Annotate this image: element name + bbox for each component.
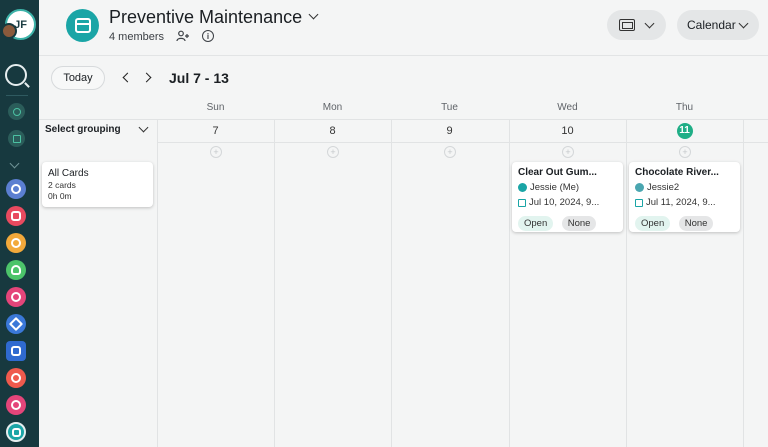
column-divider [391,120,392,447]
add-card-icon[interactable]: + [327,146,339,158]
lightbulb-icon[interactable] [6,260,26,280]
avatar-badge [1,23,17,39]
date-range-label: Jul 7 - 13 [169,70,229,86]
task-card[interactable]: Clear Out Gum... Jessie (Me) Jul 10, 202… [512,162,623,232]
search-icon[interactable] [5,64,27,86]
task-title: Clear Out Gum... [518,167,597,178]
header: Preventive Maintenance 4 members i Calen… [39,0,768,56]
view-select-label: Calendar [687,18,736,32]
settings-icon[interactable] [6,395,26,415]
add-member-icon[interactable] [176,30,190,42]
task-date: Jul 11, 2024, 9... [646,197,716,208]
next-week-icon[interactable] [141,72,152,83]
check-circle-icon[interactable] [8,103,25,120]
task-card[interactable]: Chocolate River... Jessie2 Jul 11, 2024,… [629,162,740,232]
calendar-icon [66,9,99,42]
document-icon[interactable] [6,341,26,361]
group-time: 0h 0m [48,191,72,201]
row-divider [157,142,768,143]
assignee-avatar [635,183,644,192]
priority-badge[interactable]: None [678,216,714,231]
chevron-down-icon [738,18,749,29]
add-card-icon[interactable]: + [210,146,222,158]
column-divider [509,120,510,447]
status-badge[interactable]: Open [518,216,554,231]
layout-icon [619,19,635,31]
select-grouping-label[interactable]: Select grouping [45,124,121,135]
day-number: 9 [446,125,453,137]
page-title[interactable]: Preventive Maintenance [109,7,302,28]
info-icon[interactable]: i [202,30,214,42]
view-select-button[interactable]: Calendar [677,10,759,40]
add-card-icon[interactable]: + [444,146,456,158]
gear-icon[interactable] [6,287,26,307]
today-marker: 11 [676,123,693,139]
column-divider [157,120,158,447]
chevron-down-icon[interactable] [9,158,20,169]
calendar-grid: Select grouping Sun Mon Tue Wed Thu 7 8 … [39,96,768,447]
group-card[interactable]: All Cards 2 cards 0h 0m [42,162,153,207]
day-number: 10 [561,125,574,137]
sidebar-divider [6,95,28,96]
today-button[interactable]: Today [51,66,105,90]
status-badge[interactable]: Open [635,216,671,231]
previous-week-icon[interactable] [122,72,133,83]
calendar-icon [635,198,643,207]
column-divider [626,120,627,447]
calendar-icon[interactable] [6,422,26,442]
layout-toggle-button[interactable] [607,10,666,40]
grid-icon[interactable] [8,130,25,147]
day-number: 8 [329,125,336,137]
list-icon[interactable] [6,206,26,226]
day-name: Wed [557,102,578,113]
people-icon[interactable] [6,368,26,388]
add-card-icon[interactable]: + [562,146,574,158]
paw-icon[interactable] [6,233,26,253]
members-count[interactable]: 4 members [109,31,164,43]
day-name: Sun [206,102,225,113]
row-divider [39,119,157,120]
column-divider [743,120,744,447]
chevron-down-icon[interactable] [138,122,149,133]
task-assignee: Jessie2 [647,182,680,193]
assignee-avatar [518,183,527,192]
priority-badge[interactable]: None [561,216,597,231]
day-number: 7 [212,125,219,137]
arrows-icon[interactable] [6,314,26,334]
row-divider [157,119,768,120]
chevron-down-icon [644,18,655,29]
sidebar: JF [0,0,39,447]
task-title: Chocolate River... [635,167,719,178]
column-divider [274,120,275,447]
add-card-icon[interactable]: + [679,146,691,158]
day-name: Mon [322,102,343,113]
day-name: Thu [675,102,694,113]
group-count: 2 cards [48,180,76,190]
task-date: Jul 10, 2024, 9... [529,197,600,208]
day-name: Tue [441,102,458,113]
day-number-today: 11 [626,123,743,139]
calendar-icon [518,198,526,207]
tools-icon[interactable] [6,179,26,199]
task-assignee: Jessie (Me) [530,182,580,193]
title-chevron-down-icon[interactable] [308,9,319,20]
group-title: All Cards [48,168,89,179]
